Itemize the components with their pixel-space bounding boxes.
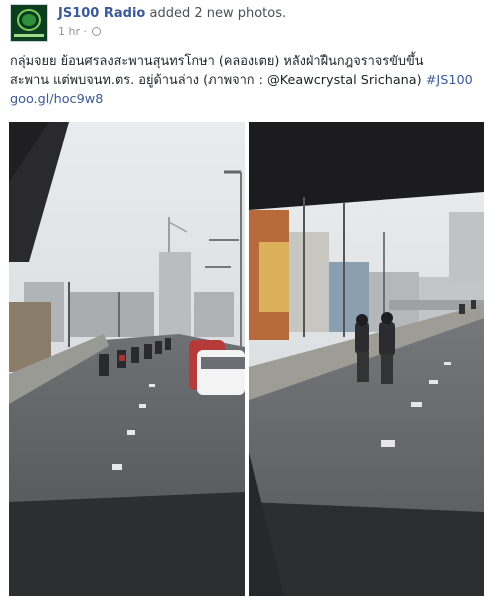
post-text-line-2: สะพาน แต่พบจนท.ตร. อยู่ด้านล่าง (ภาพจาก … (10, 71, 488, 90)
logo-core (22, 14, 36, 26)
post-action-text: added 2 new photos. (145, 6, 287, 21)
logo-tagline (14, 34, 44, 37)
photo-2[interactable] (249, 122, 484, 596)
page-name-link[interactable]: JS100 Radio (58, 6, 145, 21)
post-text-line-2-body: สะพาน แต่พบจนท.ตร. อยู่ด้านล่าง (ภาพจาก … (10, 73, 426, 88)
post-text-line-3: goo.gl/hoc9w8 (10, 90, 488, 109)
photo-1[interactable] (9, 122, 245, 596)
photo-2-image (249, 122, 484, 596)
facebook-post: JS100 Radio added 2 new photos. 1 hr · ก… (0, 0, 489, 602)
post-header: JS100 Radio added 2 new photos. (58, 5, 286, 23)
short-url-link[interactable]: goo.gl/hoc9w8 (10, 92, 103, 107)
hashtag-link[interactable]: #JS100 (426, 73, 473, 88)
globe-icon[interactable] (91, 27, 101, 36)
post-text: กลุ่มจยย ย้อนศรลงสะพานสุนทรโกษา (คลองเตย… (10, 52, 488, 109)
page-avatar[interactable] (10, 4, 48, 42)
post-timestamp[interactable]: 1 hr (58, 25, 80, 38)
post-text-line-1: กลุ่มจยย ย้อนศรลงสะพานสุนทรโกษา (คลองเตย… (10, 54, 424, 69)
meta-separator: · (80, 25, 91, 38)
post-meta: 1 hr · (58, 25, 101, 39)
photo-1-image (9, 122, 245, 596)
